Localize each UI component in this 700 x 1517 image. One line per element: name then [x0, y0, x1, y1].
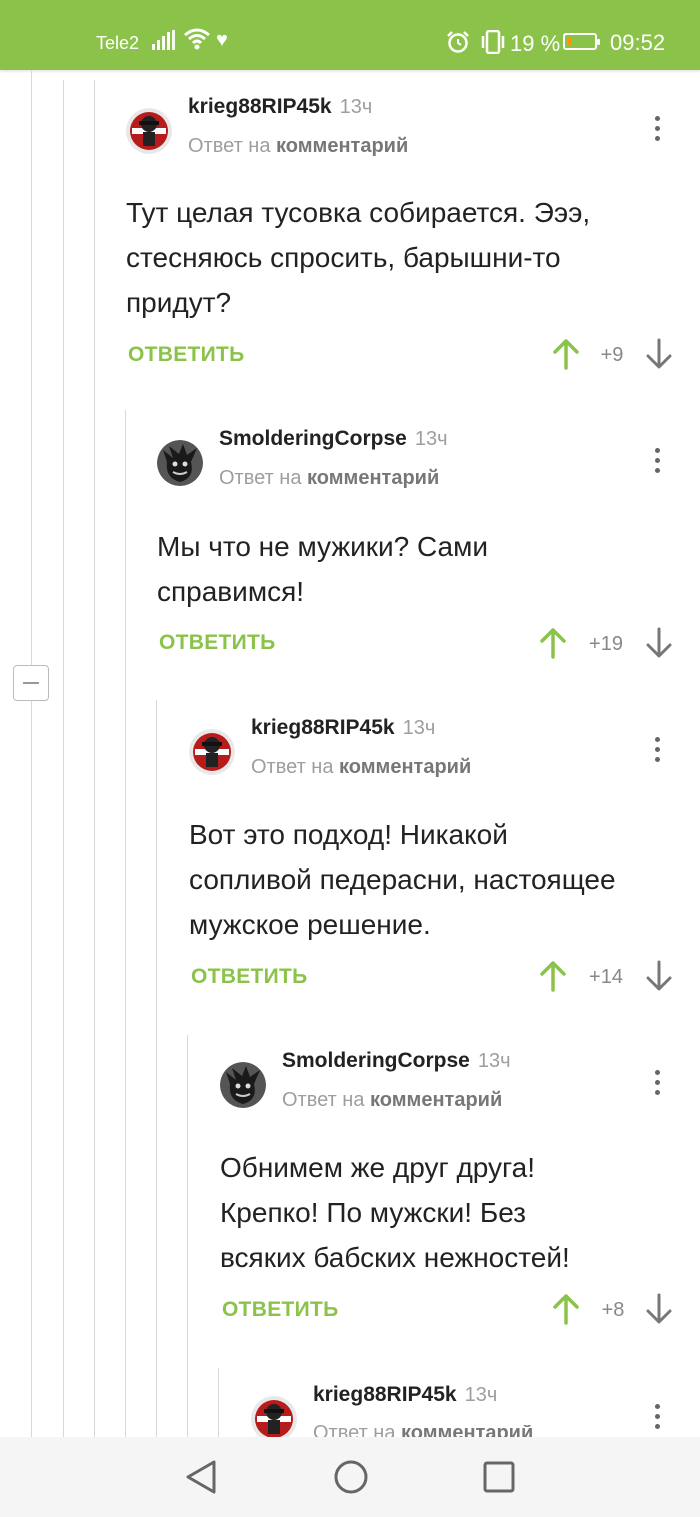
comment-author[interactable]: krieg88RIP45k: [251, 716, 395, 739]
collapse-thread-button[interactable]: [13, 665, 49, 701]
comment-time: 13ч: [464, 1384, 498, 1406]
comment-author[interactable]: SmolderingCorpse: [219, 427, 407, 450]
downvote-icon[interactable]: [646, 960, 672, 997]
reply-target-link[interactable]: комментарий: [401, 1425, 533, 1437]
reply-to-line: Ответ на комментарий: [282, 1089, 502, 1112]
comment-text-line: стесняюсь спросить, барышни-то: [126, 242, 561, 273]
comment-text-line: справимся!: [157, 576, 305, 607]
upvote-icon[interactable]: [540, 627, 566, 664]
comment-time: 13ч: [402, 717, 436, 739]
carrier-name: Tele2: [96, 33, 140, 53]
reply-button[interactable]: ОТВЕТИТЬ: [128, 343, 245, 367]
comment-text: Тут целая тусовка собирается. Эээ, стесн…: [126, 190, 590, 325]
alarm-icon: [446, 30, 470, 59]
dark-character-avatar-icon[interactable]: [157, 440, 203, 486]
comment: SmolderingCorpse 13ч Ответ на комментарий…: [157, 427, 677, 680]
upvote-icon[interactable]: [553, 338, 579, 375]
navigation-bar: [0, 1437, 700, 1517]
battery-percent: 19 %: [510, 31, 561, 56]
thread-line: [187, 1035, 188, 1437]
reply-to-line: Ответ на комментарий: [313, 1425, 533, 1437]
comment-text: Обнимем же друг друга! Крепко! По мужски…: [220, 1145, 570, 1280]
vote-score: +8: [601, 1299, 625, 1321]
comment-text-line: придут?: [126, 287, 232, 318]
soldier-avatar-icon[interactable]: [126, 108, 172, 154]
status-bar: Tele2 ♥ 19 % 09:52: [0, 0, 700, 70]
comment: SmolderingCorpse 13ч Ответ на комментарий…: [220, 1049, 677, 1342]
comment-time: 13ч: [339, 96, 373, 118]
comment-header: SmolderingCorpse 13ч: [219, 427, 448, 451]
more-options-icon[interactable]: [655, 1404, 661, 1434]
comment-text-line: Мы что не мужики? Сами: [157, 531, 488, 562]
upvote-icon[interactable]: [540, 960, 566, 997]
reply-target-link[interactable]: комментарий: [370, 1089, 502, 1111]
downvote-icon[interactable]: [646, 1293, 672, 1330]
comment-author[interactable]: krieg88RIP45k: [313, 1383, 457, 1406]
clock: 09:52: [610, 30, 666, 55]
more-options-icon[interactable]: [655, 737, 661, 767]
comment-time: 13ч: [414, 428, 448, 450]
reply-button[interactable]: ОТВЕТИТЬ: [191, 965, 308, 989]
comment: krieg88RIP45k 13ч Ответ на комментарий Ту…: [126, 95, 676, 378]
comment-text-line: сопливой педерасни, настоящее: [189, 864, 616, 895]
comment: krieg88RIP45k 13ч Ответ на комментарий Во…: [189, 716, 677, 1009]
reply-prefix: Ответ на: [188, 135, 271, 157]
reply-button[interactable]: ОТВЕТИТЬ: [222, 1298, 339, 1322]
thread-line: [31, 70, 32, 665]
comment-header: SmolderingCorpse 13ч: [282, 1049, 511, 1073]
downvote-icon[interactable]: [646, 338, 672, 375]
comment-text: Вот это подход! Никакой сопливой педерас…: [189, 812, 616, 947]
thread-line: [63, 80, 64, 1437]
more-options-icon[interactable]: [655, 116, 661, 146]
home-circle-icon[interactable]: [333, 1457, 369, 1502]
comment-text-line: мужское решение.: [189, 909, 431, 940]
reply-button[interactable]: ОТВЕТИТЬ: [159, 631, 276, 655]
comment-header: krieg88RIP45k 13ч: [251, 716, 435, 740]
soldier-avatar-icon[interactable]: [189, 729, 235, 775]
wifi-icon: [183, 28, 211, 55]
vibrate-icon: [479, 29, 507, 59]
thread-line: [125, 410, 126, 1437]
thread-line: [218, 1368, 219, 1437]
vote-score: +19: [589, 633, 623, 655]
comment-text-line: Обнимем же друг друга!: [220, 1152, 535, 1183]
reply-prefix: Ответ на: [282, 1089, 365, 1111]
thread-line: [156, 700, 157, 1437]
more-options-icon[interactable]: [655, 1070, 661, 1100]
reply-target-link[interactable]: комментарий: [307, 467, 439, 489]
reply-prefix: Ответ на: [313, 1425, 396, 1437]
dark-character-avatar-icon[interactable]: [220, 1062, 266, 1108]
upvote-icon[interactable]: [553, 1293, 579, 1330]
comment-header: krieg88RIP45k 13ч: [188, 95, 372, 119]
reply-prefix: Ответ на: [219, 467, 302, 489]
downvote-icon[interactable]: [646, 627, 672, 664]
battery-icon: [563, 33, 600, 50]
thread-line: [31, 701, 32, 1437]
comment-author[interactable]: SmolderingCorpse: [282, 1049, 470, 1072]
vote-score: +14: [589, 966, 623, 988]
heart-icon: ♥: [216, 29, 228, 51]
reply-prefix: Ответ на: [251, 756, 334, 778]
recents-square-icon[interactable]: [482, 1457, 516, 1502]
more-options-icon[interactable]: [655, 448, 661, 478]
back-triangle-icon[interactable]: [184, 1457, 218, 1502]
comment-time: 13ч: [477, 1050, 511, 1072]
reply-to-line: Ответ на комментарий: [188, 135, 408, 158]
reply-target-link[interactable]: комментарий: [276, 135, 408, 157]
reply-to-line: Ответ на комментарий: [251, 756, 471, 779]
comment-author[interactable]: krieg88RIP45k: [188, 95, 332, 118]
comment-header: krieg88RIP45k 13ч: [313, 1383, 497, 1407]
vote-score: +9: [600, 344, 624, 366]
comment-text-line: Тут целая тусовка собирается. Эээ,: [126, 197, 591, 228]
reply-target-link[interactable]: комментарий: [339, 756, 471, 778]
signal-icon: [152, 30, 178, 55]
reply-to-line: Ответ на комментарий: [219, 467, 439, 490]
thread-line: [94, 80, 95, 1437]
comment-text-line: всяких бабских нежностей!: [220, 1242, 570, 1273]
comment-text: Мы что не мужики? Сами справимся!: [157, 524, 488, 614]
comment-text-line: Крепко! По мужски! Без: [220, 1197, 527, 1228]
comment-text-line: Вот это подход! Никакой: [189, 819, 508, 850]
